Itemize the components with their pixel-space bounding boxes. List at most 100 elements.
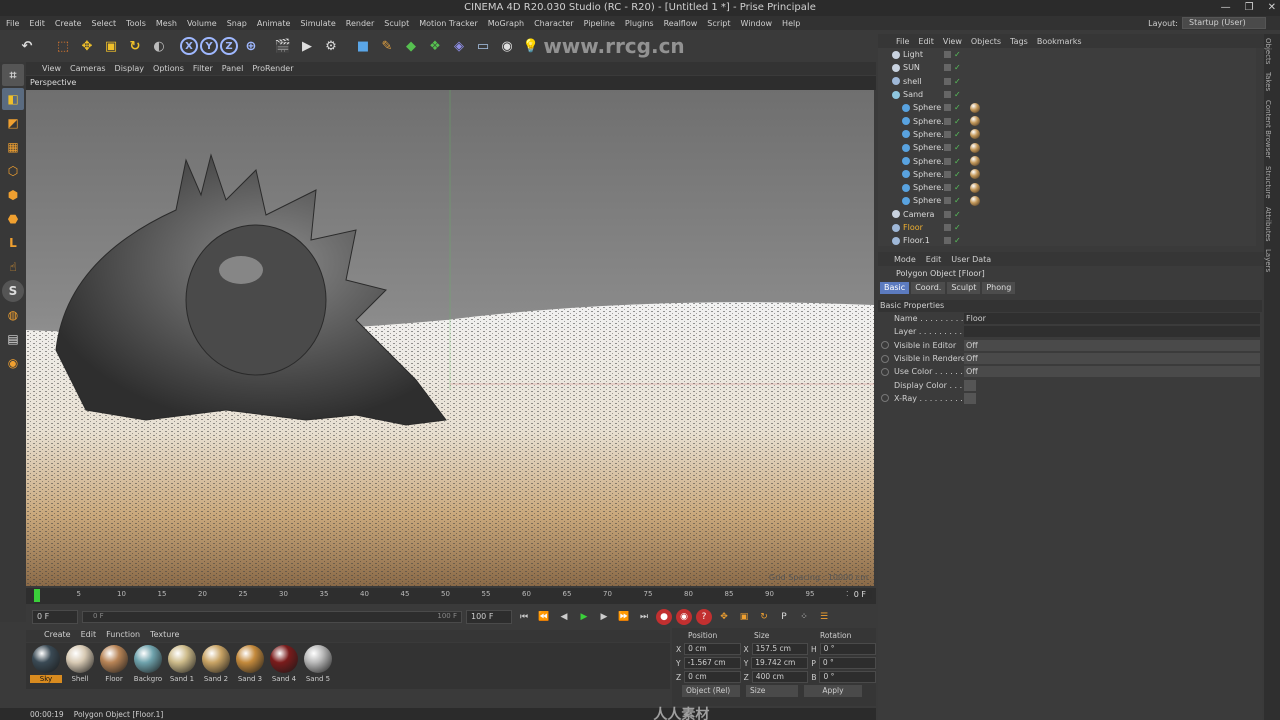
enabled-check-icon[interactable]: ✓ xyxy=(954,184,961,192)
cube-icon[interactable]: ■ xyxy=(352,35,374,57)
layer-color-icon[interactable] xyxy=(944,77,951,85)
rotate-icon[interactable]: ↻ xyxy=(124,35,146,57)
rotation-field[interactable]: 0 ° xyxy=(819,671,876,683)
enabled-check-icon[interactable]: ✓ xyxy=(954,77,961,85)
current-frame-field[interactable]: 0 F xyxy=(847,590,872,599)
viewport-menu-cameras[interactable]: Cameras xyxy=(70,64,106,73)
object-row[interactable]: Sphere.4 ✓ xyxy=(878,168,1256,181)
rotation-field[interactable]: 0 ° xyxy=(818,657,876,669)
visibility-flags[interactable]: ✓ xyxy=(944,157,961,165)
render-view-icon[interactable]: 🎬 xyxy=(272,35,294,57)
lock-workplane-icon[interactable]: ◍ xyxy=(2,304,24,326)
side-tab-attributes[interactable]: Attributes xyxy=(1264,203,1272,246)
object-row[interactable]: Sphere.1 ✓ xyxy=(878,181,1256,194)
menu-help[interactable]: Help xyxy=(782,19,800,28)
material-swatch[interactable]: Sand 1 xyxy=(166,645,198,689)
menu-script[interactable]: Script xyxy=(707,19,730,28)
size-mode-dropdown[interactable]: Size xyxy=(746,685,798,697)
axis-mode-icon[interactable]: L xyxy=(2,232,24,254)
visibility-flags[interactable]: ✓ xyxy=(944,51,961,59)
viewport-menu-filter[interactable]: Filter xyxy=(193,64,213,73)
record-icon[interactable]: ● xyxy=(656,609,672,625)
snap-icon[interactable]: S xyxy=(2,280,24,302)
animate-radio-icon[interactable] xyxy=(881,367,889,376)
object-row[interactable]: Sphere ✓ xyxy=(878,194,1256,207)
attributes-menu-mode[interactable]: Mode xyxy=(894,255,916,264)
planar-workplane-icon[interactable]: ▤ xyxy=(2,328,24,350)
frame-range-slider[interactable]: 0 F 100 F xyxy=(82,611,462,623)
attribute-value[interactable] xyxy=(964,392,976,404)
visibility-flags[interactable]: ✓ xyxy=(944,77,961,85)
menu-mesh[interactable]: Mesh xyxy=(156,19,177,28)
object-menu-view[interactable]: View xyxy=(943,37,962,46)
menu-character[interactable]: Character xyxy=(534,19,574,28)
layer-color-icon[interactable] xyxy=(944,237,951,245)
attribute-value[interactable] xyxy=(964,326,1260,338)
visibility-flags[interactable]: ✓ xyxy=(944,210,961,218)
viewport-perspective[interactable]: Grid Spacing : 10000 cm xyxy=(26,90,874,586)
menu-plugins[interactable]: Plugins xyxy=(625,19,654,28)
position-field[interactable]: 0 cm xyxy=(684,671,741,683)
texture-tag-icon[interactable] xyxy=(970,129,980,140)
texture-tag-icon[interactable] xyxy=(970,169,980,180)
previous-frame-icon[interactable]: ◀ xyxy=(556,609,572,625)
visibility-flags[interactable]: ✓ xyxy=(944,237,961,245)
make-editable-icon[interactable]: ⌗ xyxy=(2,64,24,86)
position-field[interactable]: -1.567 cm xyxy=(683,657,741,669)
material-swatch[interactable]: Shell xyxy=(64,645,96,689)
material-swatch[interactable]: Sand 2 xyxy=(200,645,232,689)
viewport-menu-display[interactable]: Display xyxy=(115,64,145,73)
visibility-flags[interactable]: ✓ xyxy=(944,130,961,138)
enabled-check-icon[interactable]: ✓ xyxy=(954,237,961,245)
enabled-check-icon[interactable]: ✓ xyxy=(954,51,961,59)
enabled-check-icon[interactable]: ✓ xyxy=(954,117,961,125)
object-row[interactable]: Sphere ✓ xyxy=(878,101,1256,114)
play-icon[interactable]: ▶ xyxy=(576,609,592,625)
object-row[interactable]: Light ✓ xyxy=(878,48,1256,61)
timeline-window-icon[interactable]: ☰ xyxy=(816,609,832,625)
object-menu-file[interactable]: File xyxy=(896,37,909,46)
object-row[interactable]: Floor.1 ✓ xyxy=(878,234,1256,246)
object-row[interactable]: Camera ✓ xyxy=(878,208,1256,221)
texture-tag-icon[interactable] xyxy=(970,182,980,193)
rotation-key-icon[interactable]: ↻ xyxy=(756,609,772,625)
layer-color-icon[interactable] xyxy=(944,184,951,192)
coordinate-mode-dropdown[interactable]: Object (Rel) xyxy=(682,685,740,697)
enabled-check-icon[interactable]: ✓ xyxy=(954,130,961,138)
object-tags[interactable] xyxy=(970,169,980,180)
material-menu-edit[interactable]: Edit xyxy=(81,630,97,642)
light-icon[interactable]: 💡 xyxy=(520,35,542,57)
menu-window[interactable]: Window xyxy=(741,19,773,28)
menu-select[interactable]: Select xyxy=(91,19,116,28)
object-row[interactable]: Floor ✓ xyxy=(878,221,1256,234)
go-to-start-icon[interactable]: ⏮ xyxy=(516,609,532,625)
layer-color-icon[interactable] xyxy=(944,91,951,99)
object-tags[interactable] xyxy=(970,102,980,113)
keyframe-selection-icon[interactable]: ? xyxy=(696,609,712,625)
visibility-flags[interactable]: ✓ xyxy=(944,64,961,72)
viewport-menu-prorender[interactable]: ProRender xyxy=(252,64,293,73)
visibility-flags[interactable]: ✓ xyxy=(944,184,961,192)
previous-key-icon[interactable]: ⏪ xyxy=(536,609,552,625)
object-tags[interactable] xyxy=(970,156,980,167)
points-mode-icon[interactable]: ⬡ xyxy=(2,160,24,182)
texture-tag-icon[interactable] xyxy=(970,102,980,113)
visibility-flags[interactable]: ✓ xyxy=(944,117,961,125)
rotation-field[interactable]: 0 ° xyxy=(819,643,876,655)
material-menu-create[interactable]: Create xyxy=(44,630,71,642)
material-swatch[interactable]: Sky xyxy=(30,645,62,689)
size-field[interactable]: 157.5 cm xyxy=(751,643,808,655)
recent-tool-icon[interactable]: ◐ xyxy=(148,35,170,57)
object-menu-bookmarks[interactable]: Bookmarks xyxy=(1037,37,1082,46)
menu-create[interactable]: Create xyxy=(55,19,82,28)
y-axis-icon[interactable]: Y xyxy=(200,37,218,55)
object-row[interactable]: Sand ✓ xyxy=(878,88,1256,101)
menu-volume[interactable]: Volume xyxy=(187,19,217,28)
attribute-value[interactable]: Off xyxy=(964,339,1260,351)
animate-radio-icon[interactable] xyxy=(881,354,889,363)
attribute-value[interactable] xyxy=(964,379,976,391)
texture-tag-icon[interactable] xyxy=(970,116,980,127)
scale-key-icon[interactable]: ▣ xyxy=(736,609,752,625)
layer-color-icon[interactable] xyxy=(944,130,951,138)
object-row[interactable]: Sphere.1 ✓ xyxy=(878,114,1256,127)
